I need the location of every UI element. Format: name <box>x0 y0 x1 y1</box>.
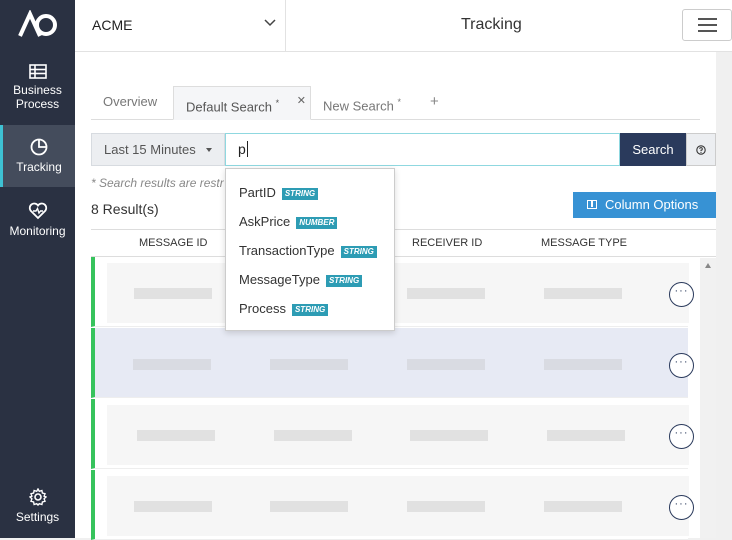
org-name: ACME <box>92 17 133 33</box>
type-badge: STRING <box>291 304 329 316</box>
sidebar-item-tracking[interactable]: Tracking <box>0 125 75 187</box>
tab-label: Overview <box>103 94 158 109</box>
cell-placeholder <box>407 359 485 370</box>
cell-placeholder <box>134 501 212 512</box>
tab-label: New Search <box>323 98 394 114</box>
type-badge: STRING <box>340 246 377 258</box>
search-note: * Search results are restricted <box>91 176 224 190</box>
suggestion-item[interactable]: TransactionType STRING <box>239 243 377 258</box>
search-bar: Last 15 Minutes p Search <box>91 133 716 166</box>
cell-placeholder <box>410 430 488 441</box>
cell-placeholder <box>407 288 485 299</box>
cell-placeholder <box>270 501 348 512</box>
table-row-selected[interactable]: ··· <box>91 328 694 398</box>
cell-placeholder <box>407 501 485 512</box>
time-range-dropdown[interactable]: Last 15 Minutes <box>91 133 225 166</box>
suggestion-field: TransactionType <box>239 243 335 258</box>
cell-placeholder <box>133 359 211 370</box>
time-range-label: Last 15 Minutes <box>104 142 196 157</box>
row-card <box>107 263 689 323</box>
cell-placeholder <box>274 430 352 441</box>
text-cursor <box>246 141 248 157</box>
search-tabs: Overview Default Search * ✕ New Search *… <box>91 86 700 120</box>
gear-icon <box>28 488 47 506</box>
sidebar: Business Process Tracking Monitoring Set… <box>0 0 75 538</box>
suggestion-field: MessageType <box>239 272 320 287</box>
column-header-receiver-id[interactable]: RECEIVER ID <box>412 237 482 249</box>
top-bar: ACME Tracking <box>75 0 732 52</box>
table-header: MESSAGE ID RECEIVER ID MESSAGE TYPE <box>91 229 716 257</box>
question-circle-icon <box>696 145 706 155</box>
row-card <box>107 334 689 394</box>
column-options-label: Column Options <box>605 197 699 212</box>
row-card <box>107 476 689 536</box>
sidebar-item-label: Business <box>13 83 62 97</box>
row-card <box>107 405 689 465</box>
type-badge: NUMBER <box>296 217 338 229</box>
type-badge: STRING <box>325 275 363 287</box>
tab-overview[interactable]: Overview <box>91 86 173 120</box>
search-query: p <box>238 141 246 157</box>
tab-default-search[interactable]: Default Search * ✕ <box>173 86 311 120</box>
table-row[interactable]: ··· <box>91 470 694 540</box>
autocomplete-dropdown: PartID STRING AskPrice NUMBER TransactionT… <box>225 168 395 331</box>
suggestion-item[interactable]: PartID STRING <box>239 185 319 200</box>
cell-placeholder <box>547 430 625 441</box>
cell-placeholder <box>544 359 622 370</box>
suggestion-field: AskPrice <box>239 214 291 229</box>
suggestion-item[interactable]: AskPrice NUMBER <box>239 214 338 229</box>
modified-marker: * <box>275 98 280 108</box>
suggestion-item[interactable]: Process STRING <box>239 301 329 316</box>
column-header-message-id[interactable]: MESSAGE ID <box>139 237 207 249</box>
suggestion-field: Process <box>239 301 286 316</box>
sidebar-item-label: Tracking <box>16 160 62 174</box>
search-button[interactable]: Search <box>620 133 686 166</box>
sidebar-item-label: Settings <box>15 510 60 524</box>
hamburger-menu-button[interactable] <box>682 9 732 41</box>
add-tab-button[interactable]: + <box>430 86 439 118</box>
business-process-icon <box>28 64 47 79</box>
table-row[interactable]: ··· <box>91 399 694 469</box>
tab-label: Default Search <box>186 99 272 115</box>
column-header-message-type[interactable]: MESSAGE TYPE <box>541 237 627 249</box>
cell-placeholder <box>137 430 215 441</box>
search-input[interactable]: p <box>225 133 620 166</box>
close-tab-icon[interactable]: ✕ <box>297 85 306 117</box>
suggestion-item[interactable]: MessageType STRING <box>239 272 363 287</box>
modified-marker: * <box>397 97 401 107</box>
row-actions-button[interactable]: ··· <box>669 424 694 449</box>
monitoring-icon <box>28 202 47 220</box>
sidebar-item-settings[interactable]: Settings <box>0 488 75 524</box>
column-options-button[interactable]: Column Options <box>573 192 716 218</box>
sidebar-item-monitoring[interactable]: Monitoring <box>0 202 75 238</box>
row-actions-button[interactable]: ··· <box>669 282 694 307</box>
sidebar-item-label: Monitoring <box>9 224 66 238</box>
row-actions-button[interactable]: ··· <box>669 353 694 378</box>
row-actions-button[interactable]: ··· <box>669 495 694 520</box>
table-scrollbar[interactable] <box>700 258 716 538</box>
sidebar-item-label-2: Process <box>15 97 60 111</box>
columns-icon <box>587 200 597 209</box>
tab-new-search[interactable]: New Search * <box>311 86 423 120</box>
scroll-up-icon[interactable] <box>705 263 711 268</box>
main-content: Overview Default Search * ✕ New Search *… <box>75 52 716 540</box>
type-badge: STRING <box>281 188 319 200</box>
cell-placeholder <box>270 359 348 370</box>
sidebar-item-business-process[interactable]: Business Process <box>0 64 75 111</box>
org-selector[interactable]: ACME <box>75 0 286 52</box>
page-title: Tracking <box>461 16 522 33</box>
chevron-down-icon <box>264 19 276 27</box>
caret-down-icon <box>206 148 212 152</box>
cell-placeholder <box>134 288 212 299</box>
suggestion-field: PartID <box>239 185 276 200</box>
tracking-icon <box>30 138 48 156</box>
results-count: 8 Result(s) <box>91 201 159 217</box>
logo-icon <box>18 10 57 37</box>
cell-placeholder <box>544 501 622 512</box>
cell-placeholder <box>544 288 622 299</box>
help-button[interactable] <box>686 133 716 166</box>
